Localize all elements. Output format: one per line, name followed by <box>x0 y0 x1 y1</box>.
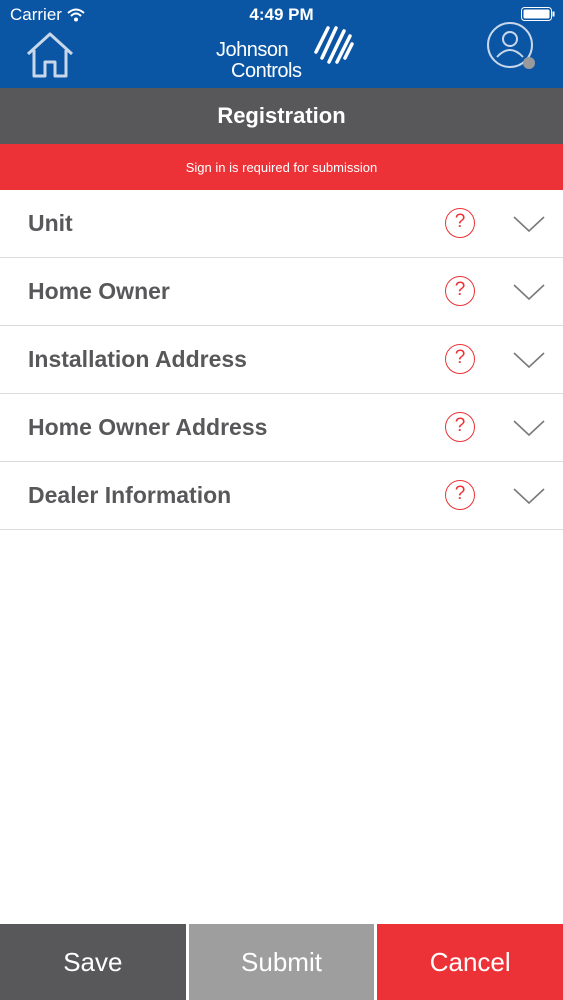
chevron-down-icon[interactable] <box>512 418 546 438</box>
chevron-down-icon[interactable] <box>512 282 546 302</box>
chevron-down-icon[interactable] <box>512 486 546 506</box>
registration-screen: Carrier 4:49 PM Johnson Controls Registr… <box>0 0 563 1000</box>
page-title: Registration <box>0 88 563 144</box>
registration-sections: Unit ? Home Owner ? Installation Address… <box>0 190 563 530</box>
cancel-button[interactable]: Cancel <box>377 924 563 1000</box>
logo-mark-icon <box>314 26 354 64</box>
section-home-owner-address[interactable]: Home Owner Address ? <box>0 394 563 462</box>
section-label: Dealer Information <box>28 482 232 508</box>
chevron-down-icon[interactable] <box>512 214 546 234</box>
section-dealer-information[interactable]: Dealer Information ? <box>0 462 563 530</box>
help-icon[interactable]: ? <box>445 412 475 442</box>
chevron-down-icon[interactable] <box>512 350 546 370</box>
johnson-controls-logo: Johnson Controls <box>214 22 359 84</box>
sign-in-required-banner: Sign in is required for submission <box>0 144 563 190</box>
help-icon[interactable]: ? <box>445 344 475 374</box>
user-profile-icon[interactable] <box>486 21 538 73</box>
section-installation-address[interactable]: Installation Address ? <box>0 326 563 394</box>
home-icon[interactable] <box>24 30 76 80</box>
section-label: Unit <box>28 210 73 236</box>
help-icon[interactable]: ? <box>445 276 475 306</box>
save-button[interactable]: Save <box>0 924 186 1000</box>
logo-line-2: Controls <box>231 60 302 82</box>
section-home-owner[interactable]: Home Owner ? <box>0 258 563 326</box>
section-label: Installation Address <box>28 346 247 372</box>
logo-wordmark: Johnson Controls <box>216 39 302 82</box>
app-header: Carrier 4:49 PM Johnson Controls <box>0 0 563 88</box>
section-label: Home Owner <box>28 278 170 304</box>
section-unit[interactable]: Unit ? <box>0 190 563 258</box>
section-label: Home Owner Address <box>28 414 268 440</box>
help-icon[interactable]: ? <box>445 208 475 238</box>
help-icon[interactable]: ? <box>445 480 475 510</box>
battery-icon <box>521 7 555 21</box>
submit-button[interactable]: Submit <box>185 924 378 1000</box>
logo-line-1: Johnson <box>216 39 289 61</box>
action-bar: Save Submit Cancel <box>0 924 563 1000</box>
